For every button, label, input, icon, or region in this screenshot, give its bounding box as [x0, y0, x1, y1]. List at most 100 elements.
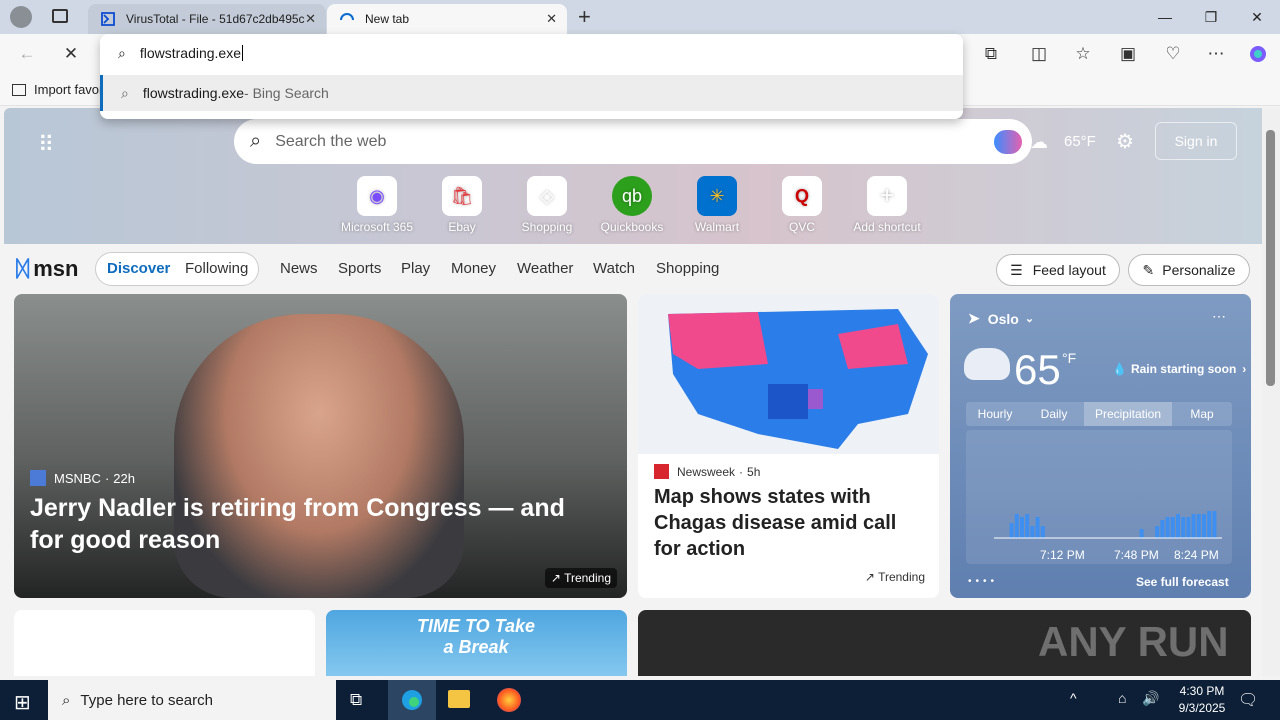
video-card[interactable]: ANY RUN [638, 610, 1251, 676]
weather-tab-daily[interactable]: Daily [1024, 402, 1084, 426]
nav-news[interactable]: News [280, 260, 318, 277]
location-row[interactable]: ➤ Oslo ⌄ [968, 310, 1034, 327]
close-tab-icon[interactable]: ✕ [305, 11, 316, 27]
headline[interactable]: Jerry Nadler is retiring from Congress —… [30, 492, 590, 556]
rain-alert[interactable]: 💧 Rain starting soon › [1112, 362, 1246, 376]
back-icon[interactable]: ← [14, 42, 40, 66]
promo-card[interactable]: TIME TO Take a Break [326, 610, 627, 676]
profile-icon[interactable] [10, 6, 32, 28]
walmart-icon: ✳ [697, 176, 737, 216]
shortcut-shopping[interactable]: ◇ Shopping [502, 176, 592, 234]
shortcut-microsoft365[interactable]: ◉ Microsoft 365 [332, 176, 422, 234]
map-news-card[interactable]: Newsweek · 5h Map shows states with Chagas… [638, 294, 939, 598]
browser-essentials-icon[interactable]: ♡ [1160, 42, 1186, 66]
scrollbar[interactable] [1262, 108, 1280, 676]
shortcut-qvc[interactable]: Q QVC [757, 176, 847, 234]
new-tab-button[interactable]: + [578, 4, 591, 30]
weather-tab-precipitation[interactable]: Precipitation [1084, 402, 1172, 426]
file-explorer-icon[interactable] [448, 690, 470, 708]
import-favorites-button[interactable]: Import favor [12, 82, 103, 97]
volume-icon[interactable]: 🔊 [1142, 690, 1159, 707]
collections-icon[interactable]: ▣ [1115, 42, 1141, 66]
scroll-thumb[interactable] [1266, 130, 1275, 386]
task-view-icon[interactable]: ⧉ [350, 690, 362, 710]
ebay-icon: 🛍 [442, 176, 482, 216]
tab-virustotal[interactable]: VirusTotal - File - 51d67c2db495c ✕ [88, 4, 326, 34]
start-button[interactable]: ⊞ [14, 690, 31, 715]
precip-bar [1176, 514, 1180, 538]
search-icon: ⌕ [121, 84, 129, 101]
shortcut-add[interactable]: + Add shortcut [842, 176, 932, 234]
precip-bar [1202, 514, 1206, 538]
search-input[interactable]: Search the web [275, 133, 386, 151]
web-search-box[interactable]: ⌕ Search the web [234, 119, 1032, 164]
weather-tab-hourly[interactable]: Hourly [966, 402, 1024, 426]
feed-layout-button[interactable]: ☰ Feed layout [996, 254, 1120, 286]
address-bar[interactable]: ⌕ flowstrading.exe [100, 34, 963, 72]
close-window-button[interactable]: ✕ [1234, 0, 1280, 34]
nav-money[interactable]: Money [451, 260, 496, 277]
header-temp[interactable]: 65°F [1064, 133, 1096, 150]
nav-play[interactable]: Play [401, 260, 430, 277]
precip-bar [1020, 517, 1024, 538]
suggestion-item[interactable]: ⌕ flowstrading.exe - Bing Search [100, 75, 963, 111]
more-options-icon[interactable]: ⋯ [1212, 308, 1226, 325]
copilot-search-icon[interactable] [994, 130, 1022, 154]
tab-following[interactable]: Following [185, 260, 248, 277]
apps-launcher-icon[interactable]: ⠿ [38, 132, 54, 158]
extensions-icon[interactable]: ⧉ [978, 42, 1004, 66]
precip-bar [1186, 517, 1191, 538]
trending-icon: ↗ [864, 570, 879, 584]
network-icon[interactable]: ⌂ [1118, 690, 1126, 706]
settings-gear-icon[interactable]: ⚙ [1116, 129, 1134, 154]
see-full-forecast-link[interactable]: See full forecast [1136, 575, 1229, 589]
address-input[interactable]: flowstrading.exe [140, 45, 241, 61]
shopping-tag-icon: ◇ [527, 176, 567, 216]
favorites-icon[interactable]: ☆ [1070, 42, 1096, 66]
personalize-button[interactable]: ✎ Personalize [1128, 254, 1250, 286]
loading-icon [339, 11, 355, 27]
precip-bar [1181, 517, 1186, 538]
tab-new-tab[interactable]: New tab ✕ [327, 4, 567, 34]
precip-bar [1165, 517, 1170, 538]
sign-in-button[interactable]: Sign in [1155, 122, 1237, 160]
tab-actions-icon[interactable] [52, 9, 68, 23]
weather-tab-map[interactable]: Map [1172, 402, 1232, 426]
shortcut-quickbooks[interactable]: qb Quickbooks [587, 176, 677, 234]
tab-discover[interactable]: Discover [107, 260, 170, 277]
pagination-dots[interactable]: •••• [968, 576, 998, 587]
edge-taskbar-icon[interactable] [388, 680, 436, 720]
copilot-icon[interactable] [1245, 42, 1271, 66]
nav-watch[interactable]: Watch [593, 260, 635, 277]
weather-card[interactable]: ➤ Oslo ⌄ ⋯ 65 °F 💧 Rain starting soon › … [950, 294, 1251, 598]
precip-bar [1207, 511, 1212, 538]
nav-shopping[interactable]: Shopping [656, 260, 719, 277]
time-label: 8:24 PM [1174, 548, 1219, 562]
firefox-icon[interactable] [497, 688, 521, 712]
minimize-button[interactable]: — [1142, 0, 1188, 34]
nav-sports[interactable]: Sports [338, 260, 381, 277]
split-screen-icon[interactable]: ◫ [1026, 42, 1052, 66]
clock-time[interactable]: 4:30 PM [1174, 684, 1230, 698]
nav-weather[interactable]: Weather [517, 260, 573, 277]
clock-date[interactable]: 9/3/2025 [1170, 701, 1234, 715]
stop-loading-icon[interactable]: ✕ [58, 42, 84, 66]
taskbar-search-box[interactable]: ⌕ Type here to search [48, 680, 336, 720]
shortcut-walmart[interactable]: ✳ Walmart [672, 176, 762, 234]
notifications-icon[interactable]: 🗨 [1238, 690, 1258, 710]
shortcut-ebay[interactable]: 🛍 Ebay [417, 176, 507, 234]
precip-bar [1170, 517, 1175, 538]
msn-logo[interactable]: ᛞ msn [16, 256, 78, 282]
restore-button[interactable]: ❐ [1188, 0, 1234, 34]
headline[interactable]: Map shows states with Chagas disease ami… [654, 484, 924, 562]
address-dropdown: ⌕ flowstrading.exe ⌕ flowstrading.exe - … [100, 34, 963, 119]
source-row: MSNBC · 22h [30, 470, 135, 486]
more-menu-icon[interactable]: ⋯ [1203, 42, 1229, 66]
cloud-weather-icon [964, 348, 1010, 380]
precip-bar [1191, 514, 1196, 538]
precip-bar [1040, 526, 1045, 538]
close-tab-icon[interactable]: ✕ [546, 11, 557, 27]
tray-chevron-icon[interactable]: ^ [1070, 690, 1077, 706]
time-label: 7:12 PM [1040, 548, 1085, 562]
main-news-card[interactable]: MSNBC · 22h Jerry Nadler is retiring from … [14, 294, 627, 598]
